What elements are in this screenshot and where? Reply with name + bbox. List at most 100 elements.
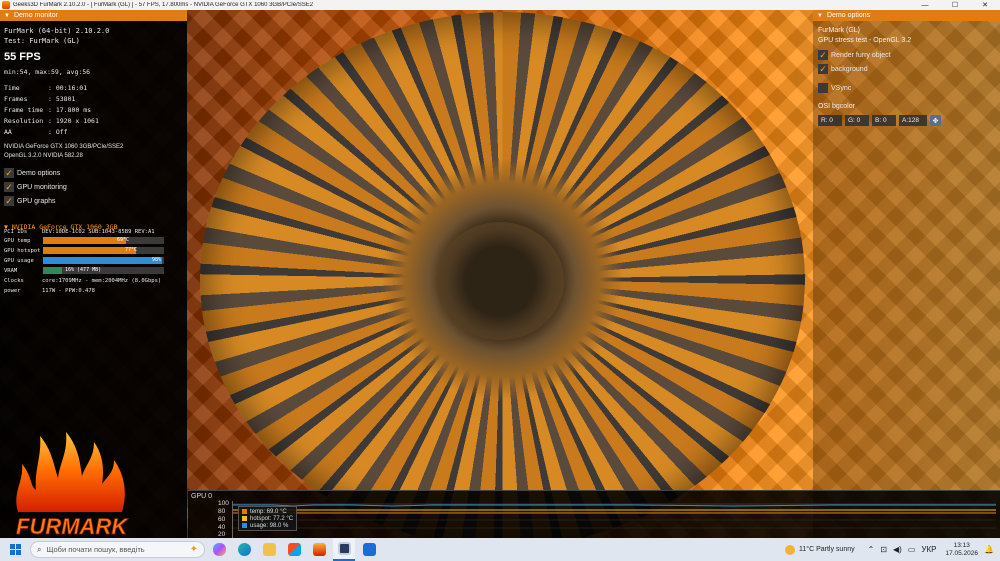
language-indicator[interactable]: УКР — [921, 545, 936, 554]
gpu-temp-row: GPU temp — [4, 238, 31, 244]
furmark-taskbar-icon[interactable] — [308, 538, 330, 561]
background-checkbox[interactable]: ✓ background — [818, 64, 868, 74]
checkmark-icon: ✓ — [4, 195, 14, 206]
gpu-hotspot-fill — [43, 247, 137, 254]
network-icon[interactable]: ⊡ — [880, 545, 887, 554]
legend-item-temp: temp: 69.0 °C — [242, 508, 293, 515]
stat-row: Frames: 53801 — [4, 95, 76, 103]
gpu-graph-panel: GPU 0 100 80 60 40 20 temp: 69.0 °C hots… — [188, 490, 1000, 538]
collapse-arrow-icon: ▼ — [4, 12, 10, 19]
checkmark-icon: ✓ — [818, 49, 828, 60]
y-tick-label: 100 — [218, 500, 229, 507]
stat-row: AA: Off — [4, 128, 68, 136]
stat-row: Resolution: 1920 x 1061 — [4, 117, 99, 125]
legend-item-hotspot: hotspot: 77.2 °C — [242, 515, 293, 522]
b-channel-input[interactable]: B: 0 — [872, 115, 896, 126]
checkmark-icon: ✓ — [4, 167, 14, 178]
copilot-app-icon[interactable] — [208, 538, 230, 561]
furmark-logo: FURMARK — [16, 432, 130, 539]
gpu-temp-bar: 69°C — [43, 237, 164, 244]
g-channel-input[interactable]: G: 0 — [845, 115, 869, 126]
window-titlebar[interactable]: Geeks3D FurMark 2.10.2.0 - [ FurMark (GL… — [0, 0, 1000, 10]
start-button[interactable] — [0, 538, 30, 561]
vram-bar: 16% (477 MB) — [43, 267, 164, 274]
edge-browser-icon[interactable] — [233, 538, 255, 561]
a-channel-input[interactable]: A:128 — [899, 115, 927, 126]
mail-app-icon[interactable] — [358, 538, 380, 561]
renderer-info: NVIDIA GeForce GTX 1060 3GB/PCIe/SSE2 — [4, 144, 124, 150]
furmark-logo-text: FURMARK — [16, 514, 129, 539]
gpu-hotspot-value: 77°C — [125, 247, 138, 253]
copilot-sparkle-icon[interactable]: ✦ — [190, 544, 198, 555]
fps-stats: min:54, max:59, avg:56 — [4, 68, 91, 76]
maximize-button[interactable]: ☐ — [940, 0, 970, 10]
taskbar-search[interactable]: ⌕ Щоби почати пошук, введіть ✦ — [30, 541, 205, 558]
gpu-temp-fill — [43, 237, 127, 244]
unchecked-box-icon — [818, 83, 828, 93]
checkmark-icon: ✓ — [4, 181, 14, 192]
weather-widget[interactable]: 11°C Partly sunny — [785, 544, 855, 555]
clocks-row: Clocks core:1709MHz - mem:2004MHz (8.0Gbp… — [4, 278, 162, 284]
power-row: power 117W - PPW:0.478 — [4, 288, 95, 294]
demo-options-header[interactable]: ▼ Demo options — [813, 10, 1000, 21]
chevron-up-icon[interactable]: ⌃ — [868, 545, 875, 554]
vram-fill — [43, 267, 63, 274]
demo-options-panel: ▼ Demo options FurMark (GL) GPU stress t… — [813, 10, 1000, 538]
furmark-window-taskbar-icon[interactable] — [333, 538, 355, 561]
checkmark-icon: ✓ — [818, 63, 828, 74]
clock-time: 13:13 — [953, 541, 970, 549]
partly-sunny-icon — [785, 544, 796, 555]
pci-ids-row: PCI IDs DEV:10DE-1C02 SUB:1043-85B9 REV:A… — [4, 229, 155, 235]
render-furry-checkbox[interactable]: ✓ Render furry object — [818, 50, 891, 60]
stat-row: Frame time: 17.800 ms — [4, 106, 92, 114]
y-tick-label: 80 — [218, 508, 226, 515]
gpu-usage-value: 98% — [152, 257, 162, 263]
gpu-graphs-checkbox[interactable]: ✓ GPU graphs — [4, 196, 56, 206]
furmark-app-icon — [2, 1, 10, 9]
gpu-usage-fill — [43, 257, 162, 264]
gpu-hotspot-row: GPU hotspot — [4, 248, 41, 254]
donut-hole — [436, 222, 564, 340]
clock-date: 17.05.2026 — [945, 549, 979, 557]
demo-monitor-header[interactable]: ▼ Demo monitor — [0, 10, 187, 21]
gpu-usage-row: GPU usage — [4, 258, 34, 264]
system-tray: 11°C Partly sunny ⌃ ⊡ ◀) ▭ УКР 13:13 17.… — [785, 542, 1000, 558]
opengl-info: OpenGL 3.2.0 NVIDIA 582.28 — [4, 153, 83, 159]
vram-value: 16% (477 MB) — [65, 267, 102, 273]
graph-label: GPU 0 — [191, 493, 213, 500]
gpu-temp-value: 69°C — [117, 237, 130, 243]
osi-bgcolor-editor: R: 0 G: 0 B: 0 A:128 ✥ — [818, 115, 941, 126]
color-picker-icon[interactable]: ✥ — [930, 115, 941, 126]
volume-icon[interactable]: ◀) — [893, 545, 902, 554]
battery-icon[interactable]: ▭ — [908, 545, 916, 554]
demo-options-checkbox[interactable]: ✓ Demo options — [4, 168, 60, 178]
window-title: Geeks3D FurMark 2.10.2.0 - [ FurMark (GL… — [13, 2, 314, 8]
stat-row: Time: 00:16:01 — [4, 84, 88, 92]
file-explorer-icon[interactable] — [258, 538, 280, 561]
flame-icon — [16, 432, 125, 512]
demo-monitor-title: Demo monitor — [13, 12, 58, 19]
weather-text: 11°C Partly sunny — [799, 546, 855, 553]
legend-item-usage: usage: 98.0 % — [242, 522, 293, 529]
vsync-checkbox[interactable]: VSync — [818, 83, 851, 93]
y-tick-label: 60 — [218, 516, 226, 523]
search-placeholder: Щоби почати пошук, введіть — [46, 545, 145, 554]
usage-series-line — [233, 504, 996, 507]
osi-bgcolor-label: OSI bgcolor — [818, 103, 855, 110]
graph-legend: temp: 69.0 °C hotspot: 77.2 °C usage: 98… — [238, 506, 298, 531]
fps-value: 55 FPS — [4, 51, 41, 63]
gpu-monitoring-checkbox[interactable]: ✓ GPU monitoring — [4, 182, 67, 192]
notification-bell-icon[interactable]: 🔔 — [984, 545, 994, 554]
app-name: FurMark (64-bit) 2.10.2.0 — [4, 27, 110, 35]
gpu-graph-plot — [232, 501, 996, 538]
r-channel-input[interactable]: R: 0 — [818, 115, 842, 126]
vram-row: VRAM — [4, 268, 18, 274]
demo-options-title: Demo options — [826, 12, 871, 19]
microsoft-store-icon[interactable] — [283, 538, 305, 561]
close-button[interactable]: ✕ — [970, 0, 1000, 10]
gpu-hotspot-bar: 77°C — [43, 247, 164, 254]
minimize-button[interactable]: — — [910, 0, 940, 10]
y-tick-label: 20 — [218, 531, 226, 538]
search-icon: ⌕ — [37, 544, 42, 554]
clock[interactable]: 13:13 17.05.2026 — [945, 542, 978, 558]
